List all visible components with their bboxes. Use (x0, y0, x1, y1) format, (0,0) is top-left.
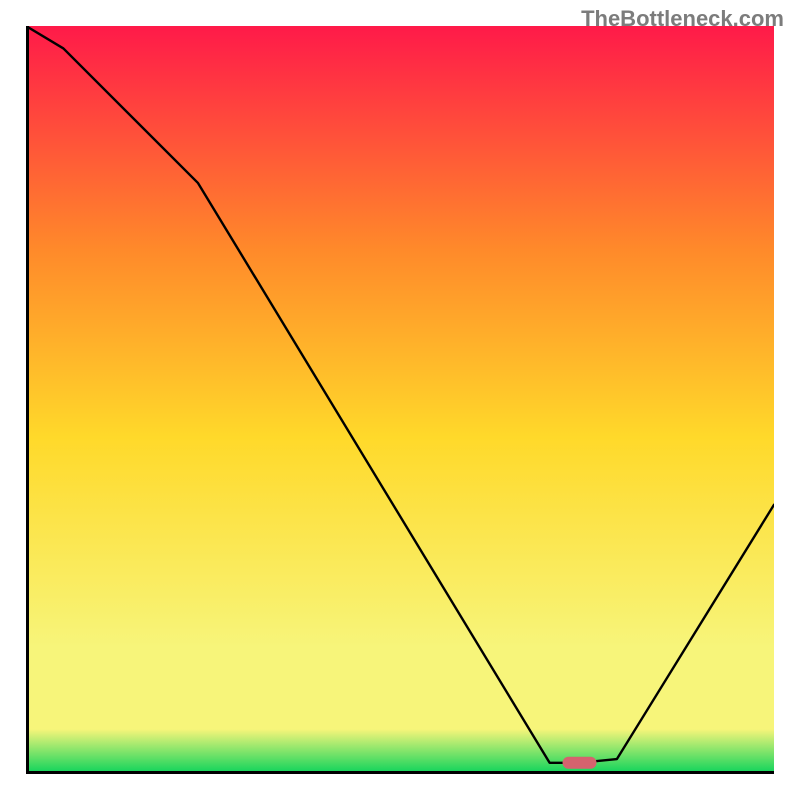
bottleneck-chart (26, 26, 774, 774)
optimum-marker (563, 757, 597, 769)
chart-background (26, 26, 774, 774)
chart-svg (26, 26, 774, 774)
